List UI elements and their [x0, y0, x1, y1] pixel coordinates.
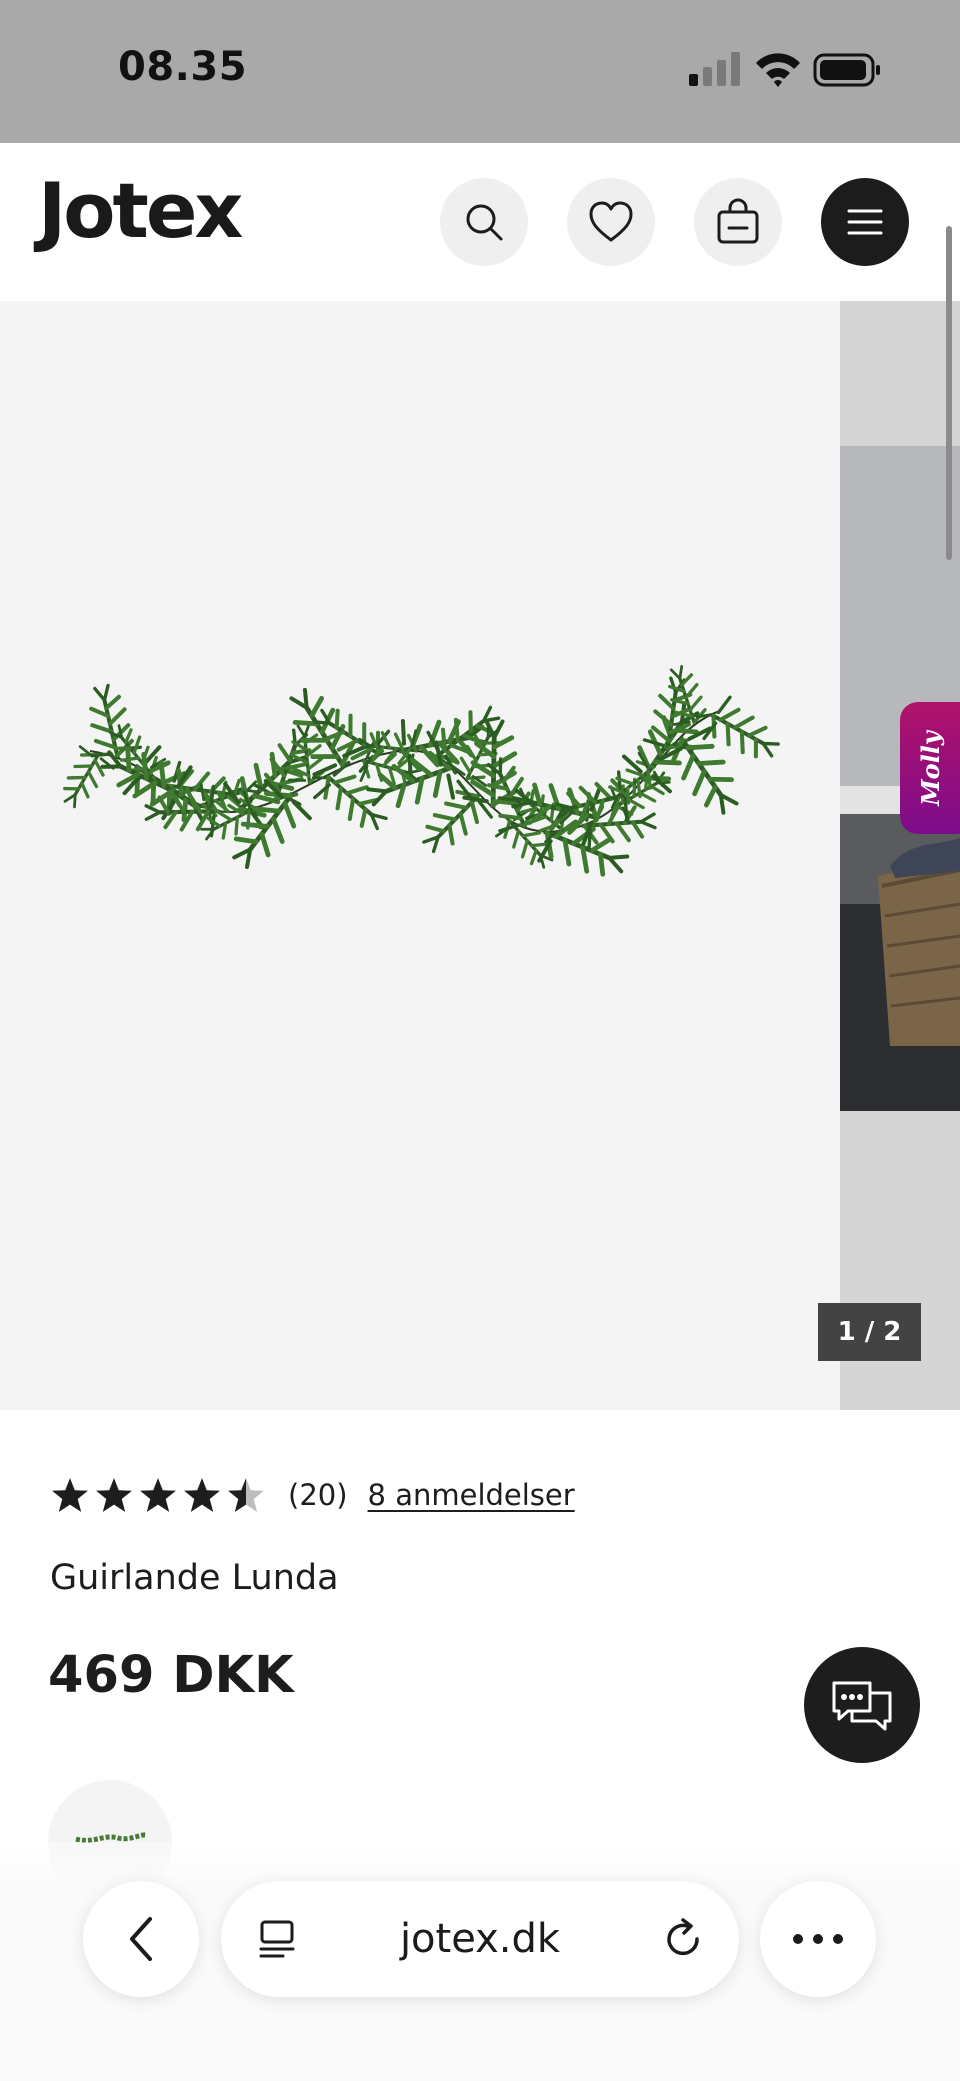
shopping-bag-button[interactable] [694, 178, 782, 266]
molly-assistant-tab[interactable]: Molly [900, 702, 960, 834]
chat-bubbles-icon [832, 1681, 892, 1731]
wifi-icon [756, 53, 800, 87]
garland-illustration [50, 660, 840, 1410]
star-icon [140, 1478, 176, 1512]
star-icon [96, 1478, 132, 1512]
rating-row: (20) 8 anmeldelser [50, 1470, 575, 1520]
star-icon [184, 1478, 220, 1512]
battery-icon [813, 53, 880, 87]
star-icon [228, 1478, 264, 1512]
garland-sprig [699, 693, 786, 771]
jotex-logo[interactable]: Jotex [38, 173, 243, 249]
molly-label: Molly [915, 730, 945, 806]
browser-back-button[interactable] [83, 1881, 199, 1997]
chevron-left-icon [130, 1917, 152, 1961]
cellular-signal-icon [689, 52, 740, 86]
search-button[interactable] [440, 178, 528, 266]
status-icons [686, 48, 882, 92]
reload-icon [667, 1918, 699, 1956]
status-bar: 08.35 [0, 0, 960, 143]
page-scrollbar[interactable] [946, 226, 952, 560]
reviews-link[interactable]: 8 anmeldelser [368, 1478, 575, 1512]
star-icon [52, 1478, 88, 1512]
shopping-bag-icon [717, 198, 759, 244]
product-gallery[interactable]: 1 / 2 [0, 301, 960, 1410]
address-bar[interactable]: jotex.dk [221, 1881, 739, 1997]
product-price: 469 DKK [48, 1646, 294, 1705]
image-counter: 1 / 2 [818, 1303, 921, 1361]
status-time: 08.35 [118, 44, 248, 90]
browser-more-button[interactable] [760, 1881, 876, 1997]
more-dots-icon [793, 1934, 843, 1944]
wishlist-button[interactable] [567, 178, 655, 266]
search-icon [466, 204, 503, 241]
hamburger-menu-icon [847, 209, 883, 235]
product-title: Guirlande Lunda [50, 1558, 339, 1598]
rating-count: (20) [288, 1478, 348, 1512]
garland-foliage [50, 660, 787, 891]
menu-button[interactable] [821, 178, 909, 266]
product-image[interactable] [0, 301, 840, 1410]
star-rating [50, 1476, 266, 1514]
chat-button[interactable] [804, 1647, 920, 1763]
heart-icon [589, 201, 633, 242]
site-header: Jotex [0, 143, 960, 302]
